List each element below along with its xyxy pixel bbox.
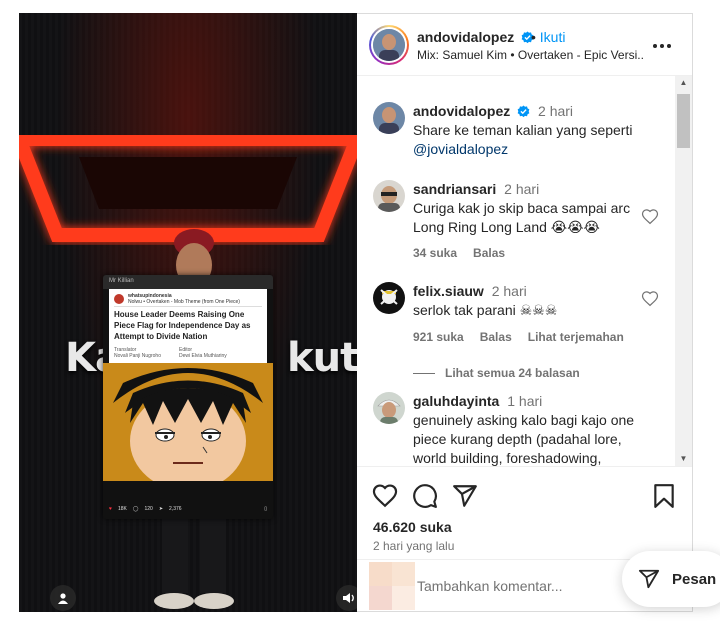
comment-icon[interactable]	[412, 483, 438, 509]
translate-button[interactable]: Lihat terjemahan	[528, 330, 624, 344]
audio-link[interactable]: Mix: Samuel Kim • Overtaken - Epic Versi…	[417, 48, 643, 62]
post-details-panel: andovidalopez • Ikuti Mix: Samuel Kim • …	[357, 13, 693, 612]
share-icon[interactable]	[452, 483, 478, 509]
comment-username[interactable]: andovidalopez	[413, 103, 510, 119]
embedded-title: House Leader Deems Raising One Piece Fla…	[114, 306, 262, 342]
more-icon	[653, 44, 657, 48]
comment-time: 2 hari	[504, 181, 540, 197]
post-actions: 46.620 suka 2 hari yang lalu	[357, 466, 692, 553]
heart-icon[interactable]	[641, 290, 659, 308]
embedded-audio: Nolwu • Overtaken - Mob Theme (from One …	[128, 299, 240, 305]
mention-link[interactable]: @jovialdalopez	[413, 140, 643, 159]
bookmark-icon[interactable]	[651, 483, 677, 509]
avatar[interactable]	[373, 282, 405, 314]
embedded-comment-icon: ◯	[132, 506, 139, 512]
header-username-row: andovidalopez	[417, 29, 534, 45]
video-overlay-text-right: kut	[287, 335, 357, 381]
message-button[interactable]: Pesan	[622, 551, 720, 607]
header-separator: •	[531, 29, 536, 45]
follow-button[interactable]: Ikuti	[540, 29, 566, 45]
more-options-button[interactable]	[653, 38, 673, 54]
embedded-credits: Translator Novali Panji Nugroho Editor D…	[114, 347, 262, 359]
post-header: andovidalopez • Ikuti Mix: Samuel Kim • …	[357, 14, 692, 76]
replies-divider	[413, 372, 435, 374]
embedded-bookmark-icon: ▯	[264, 506, 267, 512]
embedded-post-header: whatsupindonesia Nolwu • Overtaken - Mob…	[114, 292, 262, 306]
author-avatar-image	[373, 29, 405, 61]
scroll-up-arrow[interactable]: ▲	[675, 76, 692, 90]
comment-username[interactable]: felix.siauw	[413, 283, 484, 299]
emoji-picker[interactable]	[369, 562, 415, 610]
view-replies-label[interactable]: Lihat semua 24 balasan	[445, 366, 580, 380]
embedded-article: whatsupindonesia Nolwu • Overtaken - Mob…	[109, 289, 267, 364]
verified-icon	[517, 105, 530, 118]
embedded-heart-icon: ♥	[109, 506, 112, 512]
embedded-post-card: Mr Killian whatsupindonesia Nolwu • Over…	[103, 275, 273, 519]
comment-likes[interactable]: 921 suka	[413, 330, 464, 344]
scroll-thumb[interactable]	[677, 94, 690, 148]
editor-name: Dewi Elvia Muthiariny	[178, 353, 227, 360]
comment-time: 2 hari	[538, 103, 574, 119]
reply-button[interactable]: Balas	[480, 330, 512, 344]
author-avatar[interactable]	[369, 25, 409, 65]
comments-scrollbar[interactable]: ▲ ▼	[675, 76, 692, 466]
embedded-action-bar: ♥ 18K ◯ 120 ➤ 2,376 ▯	[109, 502, 267, 516]
embedded-likes: 18K	[117, 506, 127, 512]
comment-text: Share ke teman kalian yang seperti	[413, 122, 633, 138]
embedded-comments: 120	[144, 506, 153, 512]
embedded-anime-image	[103, 363, 273, 482]
like-count[interactable]: 46.620 suka	[373, 519, 452, 535]
sound-icon	[343, 593, 354, 603]
comment-likes[interactable]: 34 suka	[413, 246, 457, 260]
reply-button[interactable]: Balas	[473, 246, 505, 260]
avatar[interactable]	[373, 180, 405, 212]
comment-text: genuinely asking kalo bagi kajo one piec…	[413, 412, 635, 466]
mute-button[interactable]	[336, 585, 357, 611]
comment-time: 1 hari	[507, 393, 543, 409]
comment-username[interactable]: sandriansari	[413, 181, 496, 197]
avatar[interactable]	[373, 392, 405, 424]
tagged-users-button[interactable]	[50, 585, 76, 611]
user-icon	[58, 593, 68, 604]
comments-list[interactable]: andovidalopez 2 hari Share ke teman kali…	[357, 76, 692, 466]
embedded-shares: 2,376	[169, 506, 182, 512]
comment-time: 2 hari	[491, 283, 527, 299]
header-username[interactable]: andovidalopez	[417, 29, 514, 45]
view-replies-button[interactable]: Lihat semua 24 balasan	[413, 366, 580, 380]
comment-text: Curiga kak jo skip baca sampai arc Long …	[413, 200, 631, 235]
avatar[interactable]	[373, 102, 405, 134]
emoji-picker-icon	[369, 562, 415, 610]
post-media[interactable]: Ka kut Mr Killian whatsupindonesia Nolwu…	[19, 13, 357, 612]
embedded-share-icon: ➤	[158, 506, 164, 512]
heart-icon[interactable]	[372, 483, 398, 509]
translator-name: Novali Panji Nugroho	[114, 353, 161, 360]
embedded-avatar	[114, 294, 124, 304]
send-icon	[638, 569, 660, 589]
message-label: Pesan	[672, 570, 717, 588]
comment-text: serlok tak parani ☠☠☠	[413, 302, 558, 318]
post-timestamp: 2 hari yang lalu	[373, 539, 455, 553]
scroll-down-arrow[interactable]: ▼	[675, 452, 692, 466]
follow-row: • Ikuti	[531, 29, 565, 45]
anime-face-illustration	[103, 363, 273, 482]
comment-input[interactable]	[417, 576, 617, 596]
heart-icon[interactable]	[641, 208, 659, 226]
comment-username[interactable]: galuhdayinta	[413, 393, 499, 409]
embedded-top-label: Mr Killian	[103, 275, 273, 289]
